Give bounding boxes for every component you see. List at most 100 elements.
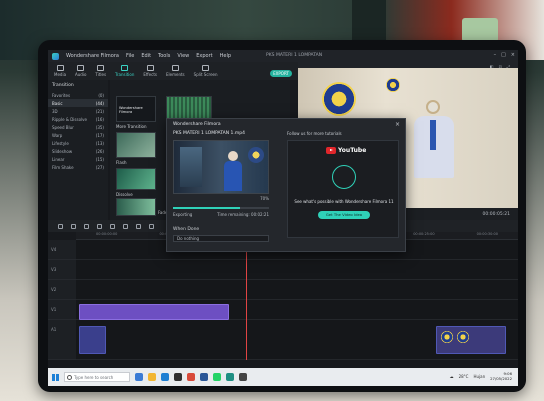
edge-icon[interactable] bbox=[161, 373, 169, 381]
track-header-v4[interactable]: V4 bbox=[48, 240, 76, 260]
filmora-logo-icon bbox=[52, 52, 59, 60]
ruler-mark: 00:00:00:00 bbox=[96, 232, 118, 236]
toolbar-split-screen[interactable]: Split Screen bbox=[194, 65, 218, 77]
main-toolbar: Media Audio Titles Transition Effects El… bbox=[48, 62, 298, 80]
youtube-logo: YouTube bbox=[326, 147, 366, 154]
track-v3[interactable] bbox=[76, 260, 518, 280]
audio-mix-icon[interactable] bbox=[149, 223, 154, 229]
photo-scene: Wondershare Filmora File Edit Tools View… bbox=[0, 0, 544, 401]
export-button[interactable]: EXPORT bbox=[270, 70, 292, 77]
ruler-mark: 00:00:25:00 bbox=[413, 232, 435, 236]
export-dialog: Wondershare Filmora × PKS MATERI 1 LOMPA… bbox=[166, 118, 406, 252]
library-item[interactable]: 3D (21) bbox=[48, 107, 108, 115]
menu-edit[interactable]: Edit bbox=[141, 53, 151, 59]
library-item[interactable]: Lifestyle (13) bbox=[48, 139, 108, 147]
transition-thumb[interactable]: Wondershare Filmora bbox=[116, 96, 156, 122]
effects-icon bbox=[146, 65, 154, 71]
close-icon[interactable]: × bbox=[511, 52, 515, 58]
task-view-icon[interactable] bbox=[135, 373, 143, 381]
timeline-clip[interactable] bbox=[79, 304, 229, 320]
track-header-v3[interactable]: V3 bbox=[48, 260, 76, 280]
library-item[interactable]: Speed Blur (35) bbox=[48, 123, 108, 131]
weather-text: Hujan bbox=[473, 373, 486, 379]
menu-file[interactable]: File bbox=[126, 53, 134, 59]
track-v1[interactable] bbox=[76, 300, 518, 320]
transition-thumb[interactable] bbox=[116, 132, 156, 158]
maximize-icon[interactable]: □ bbox=[501, 52, 506, 58]
store-icon[interactable] bbox=[174, 373, 182, 381]
titles-icon bbox=[97, 65, 105, 71]
get-video-idea-button[interactable]: Get The Video Idea bbox=[318, 211, 370, 219]
menu-view[interactable]: View bbox=[177, 53, 189, 59]
library-header: Transition bbox=[52, 83, 74, 88]
transition-thumb[interactable] bbox=[116, 168, 156, 190]
app-icon[interactable] bbox=[239, 373, 247, 381]
undo-icon[interactable] bbox=[58, 223, 63, 229]
transition-thumb[interactable] bbox=[116, 198, 156, 216]
track-a1[interactable] bbox=[76, 320, 518, 360]
track-header-v1[interactable]: V1 bbox=[48, 300, 76, 320]
library-item[interactable]: Slideshow (26) bbox=[48, 147, 108, 155]
promo-box: YouTube See what's possible with Wonders… bbox=[287, 140, 399, 238]
cut-icon[interactable] bbox=[97, 223, 102, 229]
promo-caption: Follow us for more tutorials bbox=[287, 131, 342, 136]
filmora-taskbar-icon[interactable] bbox=[226, 373, 234, 381]
library-item[interactable]: Linear (15) bbox=[48, 155, 108, 163]
library-item[interactable]: Favorites (0) bbox=[48, 91, 108, 99]
close-icon[interactable]: × bbox=[395, 121, 400, 128]
transition-library: Transition Favorites (0) Basic (44) 3D (21)… bbox=[48, 80, 108, 220]
file-explorer-icon[interactable] bbox=[148, 373, 156, 381]
transition-icon bbox=[121, 65, 129, 71]
windows-start-icon[interactable] bbox=[52, 373, 59, 381]
speed-icon[interactable] bbox=[123, 223, 128, 229]
library-item[interactable]: Warp (17) bbox=[48, 131, 108, 139]
library-item[interactable]: Basic (44) bbox=[48, 99, 108, 107]
library-item[interactable]: Ripple & Dissolve (16) bbox=[48, 115, 108, 123]
redo-icon[interactable] bbox=[71, 223, 76, 229]
presenter-body bbox=[224, 161, 242, 191]
toolbar-titles[interactable]: Titles bbox=[95, 65, 106, 77]
export-status: Exporting bbox=[173, 212, 193, 217]
when-done-select[interactable]: Do nothing bbox=[173, 235, 269, 242]
menu-help[interactable]: Help bbox=[220, 53, 231, 59]
delete-icon[interactable] bbox=[84, 223, 89, 229]
crop-icon[interactable] bbox=[110, 223, 115, 229]
weather-icon[interactable]: ☁ bbox=[450, 374, 454, 379]
track-header-v2[interactable]: V2 bbox=[48, 280, 76, 300]
ruler-mark: 00:00:30:00 bbox=[476, 232, 498, 236]
export-file-name: PKS MATERI 1 LOMPATAN 1.mp4 bbox=[173, 131, 245, 136]
export-thumbnail bbox=[173, 140, 269, 194]
presenter-head bbox=[228, 151, 238, 161]
menu-tools[interactable]: Tools bbox=[158, 53, 170, 59]
toolbar-media[interactable]: Media bbox=[54, 65, 66, 77]
export-percent: 70% bbox=[260, 196, 269, 201]
word-icon[interactable] bbox=[200, 373, 208, 381]
toolbar-audio[interactable]: Audio bbox=[75, 65, 86, 77]
color-icon[interactable] bbox=[136, 223, 141, 229]
brand-label: Wondershare Filmora bbox=[119, 106, 143, 114]
clock[interactable]: 9:06 27/05/2022 bbox=[490, 371, 512, 381]
timeline-clip[interactable] bbox=[436, 326, 506, 354]
library-item[interactable]: Film Shake (27) bbox=[48, 163, 108, 171]
building-image bbox=[180, 147, 202, 187]
toolbar-effects[interactable]: Effects bbox=[143, 65, 157, 77]
export-status-row: Exporting Time remaining: 00:02:21 bbox=[173, 212, 269, 217]
menu-export[interactable]: Export bbox=[196, 53, 212, 59]
toolbar-transition[interactable]: Transition bbox=[115, 65, 134, 77]
minimize-icon[interactable]: – bbox=[494, 52, 497, 58]
timeline-clip[interactable] bbox=[79, 326, 106, 354]
taskbar-search[interactable]: Type here to search bbox=[64, 372, 130, 382]
windows-taskbar: Type here to search ☁ 28°C Hujan 9:06 27… bbox=[48, 368, 518, 386]
youtube-wordmark: YouTube bbox=[338, 147, 367, 154]
dialog-title: Wondershare Filmora bbox=[173, 122, 221, 127]
clip-thumbnail bbox=[457, 331, 469, 343]
whatsapp-icon[interactable] bbox=[213, 373, 221, 381]
toolbar-elements[interactable]: Elements bbox=[166, 65, 185, 77]
when-done-label: When Done bbox=[173, 227, 200, 232]
split-screen-icon bbox=[202, 65, 210, 71]
audio-icon bbox=[77, 65, 85, 71]
track-header-a1[interactable]: A1 bbox=[48, 320, 76, 360]
track-v2[interactable] bbox=[76, 280, 518, 300]
chrome-icon[interactable] bbox=[187, 373, 195, 381]
title-bar: Wondershare Filmora File Edit Tools View… bbox=[48, 50, 518, 62]
